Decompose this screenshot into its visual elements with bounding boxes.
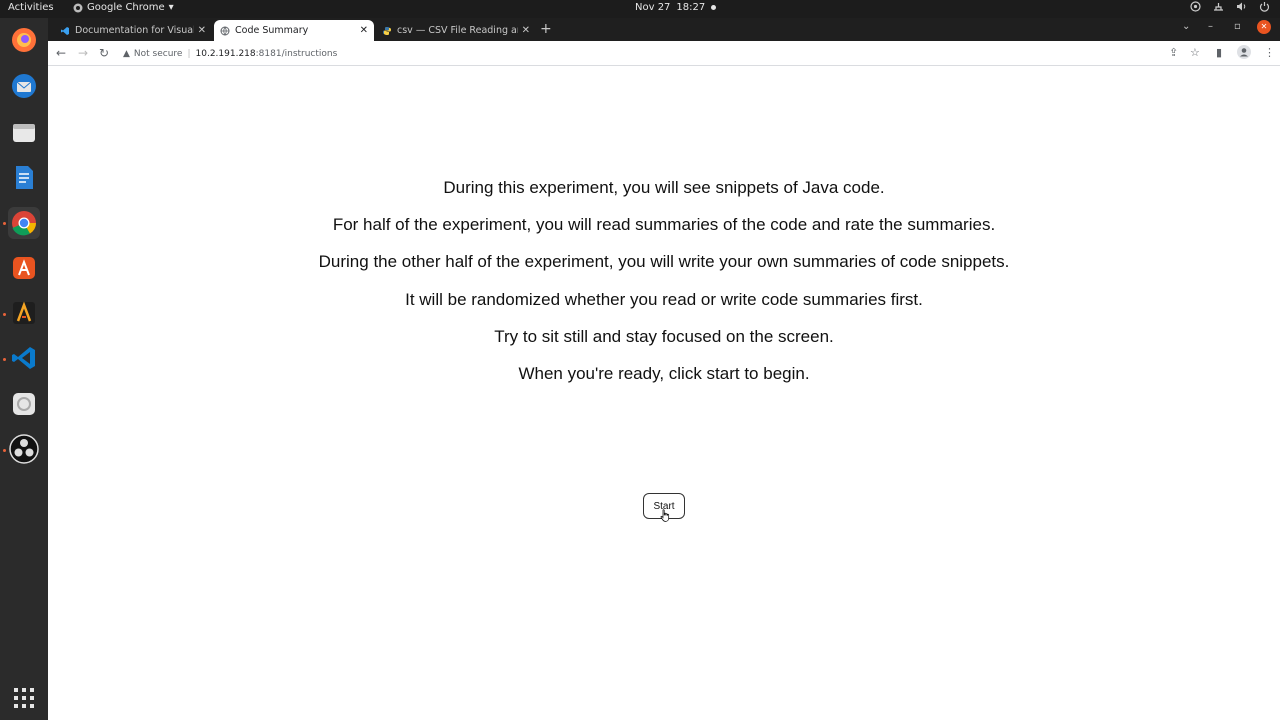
system-top-bar: Activities Google Chrome ▾ Nov 27 18:27 [0, 0, 1280, 18]
writer-icon[interactable] [8, 161, 40, 193]
clock-date: Nov 27 [635, 2, 671, 13]
warning-triangle-icon[interactable]: ▲ [123, 49, 130, 59]
running-indicator [3, 222, 6, 225]
running-indicator [3, 313, 6, 316]
python-icon [383, 26, 391, 35]
close-tab-icon[interactable]: ✕ [198, 25, 206, 36]
url-path: :8181/instructions [255, 48, 338, 59]
firefox-icon[interactable] [8, 24, 40, 56]
instruction-line-3: During the other half of the experiment,… [318, 252, 1010, 271]
security-status[interactable]: Not secure [134, 49, 183, 59]
instruction-line-4: It will be randomized whether you read o… [405, 290, 923, 309]
minimize-button[interactable]: – [1208, 21, 1213, 32]
reload-icon[interactable]: ↻ [99, 46, 109, 60]
bookmark-star-icon[interactable]: ☆ [1190, 46, 1200, 59]
address-separator: | [187, 48, 191, 59]
files-icon[interactable] [8, 116, 40, 148]
tab-documentation[interactable]: Documentation for Visual ✕ [54, 20, 212, 41]
tab-csv[interactable]: csv — CSV File Reading an ✕ [376, 20, 536, 41]
back-arrow-icon[interactable]: ← [56, 46, 66, 60]
dock [0, 18, 48, 720]
instruction-line-1: During this experiment, you will see sni… [443, 178, 885, 197]
close-tab-icon[interactable]: ✕ [522, 25, 530, 36]
running-indicator [3, 358, 6, 361]
thunderbird-icon[interactable] [8, 70, 40, 102]
volume-icon[interactable] [1236, 1, 1247, 12]
menu-dots-icon[interactable]: ⋮ [1264, 46, 1275, 59]
close-window-button[interactable]: ✕ [1257, 20, 1271, 34]
page-content: During this experiment, you will see sni… [48, 66, 1280, 720]
app-menu-label: Google Chrome [87, 2, 165, 13]
clock-time: 18:27 [676, 2, 706, 13]
alacritty-icon[interactable] [8, 297, 40, 329]
settings-icon[interactable] [8, 388, 40, 420]
activities-button[interactable]: Activities [8, 2, 54, 13]
chrome-small-icon [73, 3, 83, 12]
forward-arrow-icon[interactable]: → [78, 46, 88, 60]
tab-title: Documentation for Visual [75, 25, 194, 36]
instruction-line-5: Try to sit still and stay focused on the… [494, 327, 834, 346]
network-icon[interactable] [1213, 1, 1224, 12]
vscode-icon [61, 26, 69, 35]
clock[interactable]: Nov 27 18:27 [635, 2, 717, 13]
app-menu[interactable]: Google Chrome ▾ [73, 2, 174, 13]
tab-title: csv — CSV File Reading an [397, 25, 518, 36]
tab-strip: Documentation for Visual ✕ Code Summary … [48, 18, 1280, 41]
url-host: 10.2.191.218 [195, 48, 256, 59]
app-center-icon[interactable] [8, 252, 40, 284]
vscode-icon[interactable] [8, 342, 40, 374]
hand-cursor-icon [660, 509, 670, 522]
maximize-button[interactable]: ▫ [1234, 21, 1241, 32]
notification-dot [711, 5, 717, 10]
new-tab-button[interactable]: + [540, 22, 552, 36]
system-tray[interactable] [1190, 1, 1270, 12]
tab-search-icon[interactable]: ⌄ [1182, 21, 1190, 32]
share-icon[interactable]: ⇪ [1169, 46, 1178, 59]
globe-icon [220, 26, 230, 35]
browser-toolbar: ← → ↻ ▲ Not secure | 10.2.191.218 :8181/… [48, 41, 1280, 66]
obs-icon[interactable] [8, 433, 40, 465]
show-apps-icon[interactable] [8, 682, 40, 714]
instruction-line-6: When you're ready, click start to begin. [518, 364, 810, 383]
tab-title: Code Summary [235, 25, 309, 36]
running-indicator [3, 449, 6, 452]
power-icon[interactable] [1259, 1, 1270, 12]
caret-down-icon: ▾ [168, 2, 174, 13]
profile-avatar-icon[interactable] [1237, 45, 1251, 62]
tab-code-summary[interactable]: Code Summary ✕ [214, 20, 374, 41]
chrome-tray-icon[interactable] [1190, 1, 1201, 12]
chrome-icon[interactable] [8, 207, 40, 239]
instruction-line-2: For half of the experiment, you will rea… [332, 215, 996, 234]
side-panel-icon[interactable]: ▮ [1216, 46, 1222, 59]
close-tab-icon[interactable]: ✕ [360, 25, 368, 36]
address-bar[interactable]: ▲ Not secure | 10.2.191.218 :8181/instru… [123, 44, 1163, 63]
